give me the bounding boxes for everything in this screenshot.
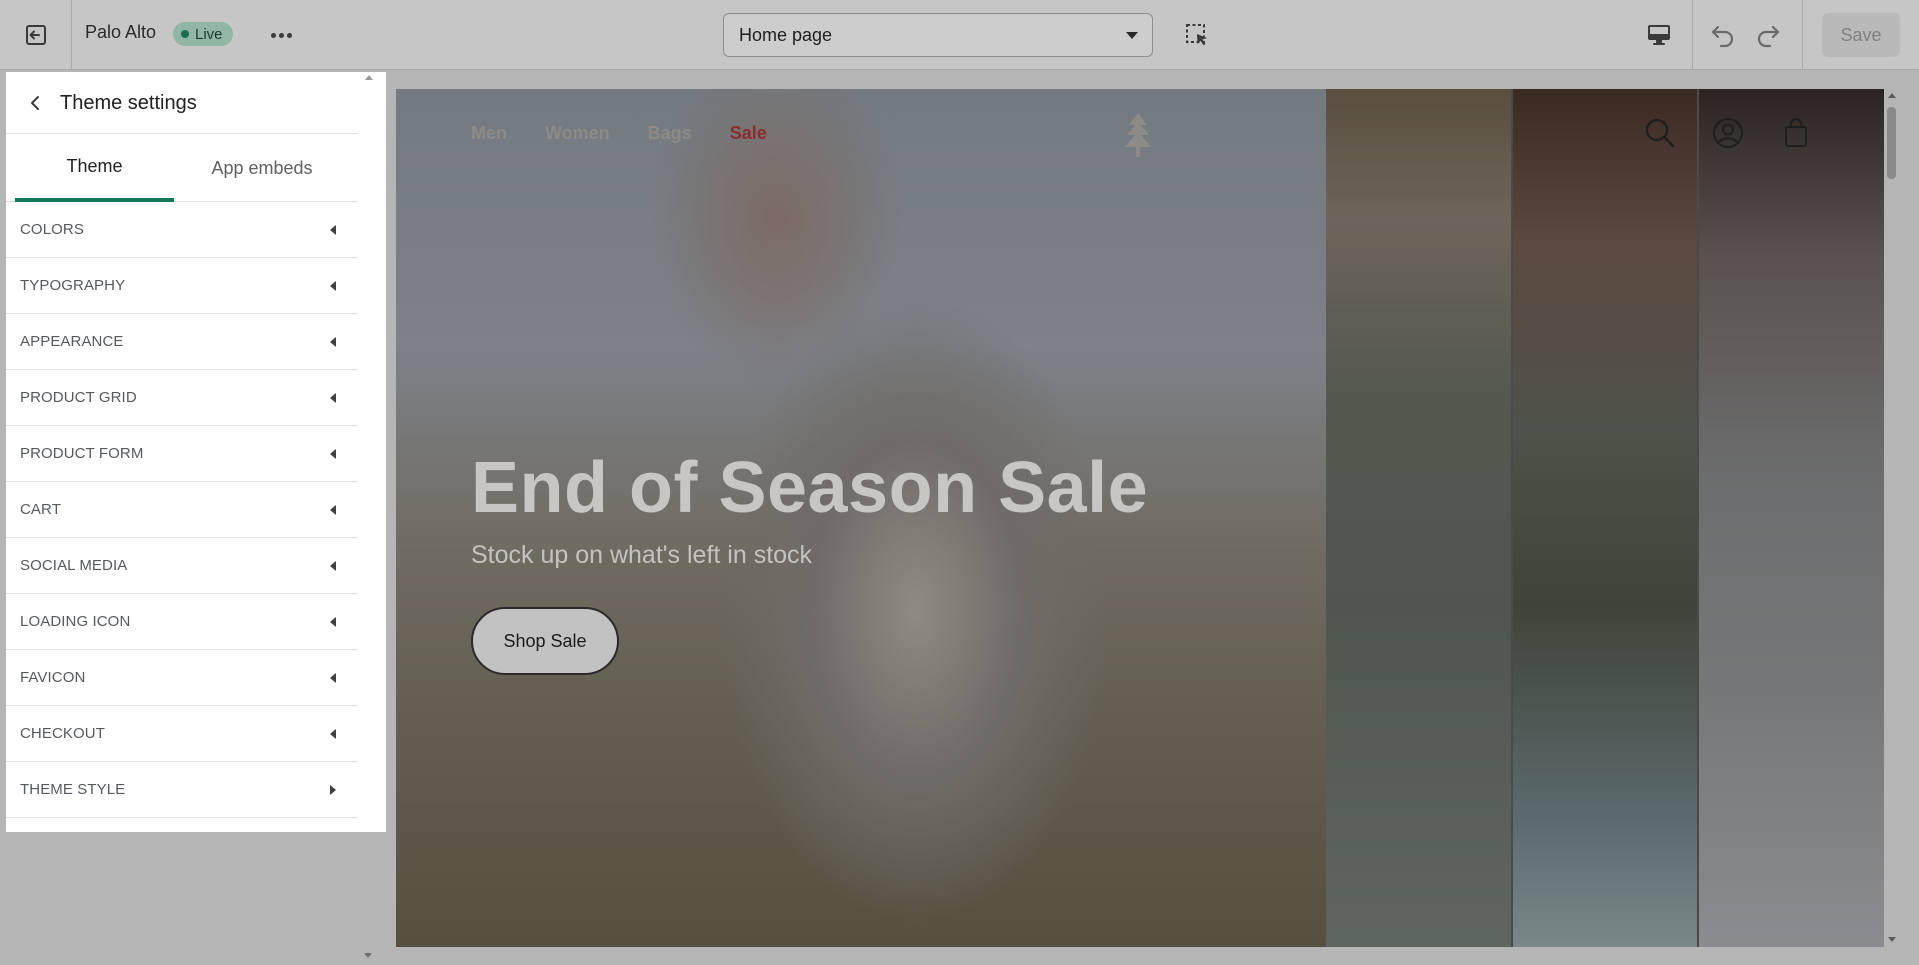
settings-item-label: COLORS [20, 221, 84, 238]
page-selector[interactable]: Home page [723, 13, 1153, 57]
settings-item-label: LOADING ICON [20, 613, 131, 630]
collapse-arrow-icon [330, 336, 336, 347]
back-button[interactable] [22, 89, 50, 117]
tile-divider [1697, 89, 1699, 947]
settings-item-favicon[interactable]: FAVICON [6, 650, 358, 706]
theme-settings-panel: Theme settings Theme App embeds COLORS T… [6, 72, 386, 832]
toolbar-divider [1692, 0, 1693, 70]
panel-scrollbar[interactable] [358, 72, 386, 832]
panel-title: Theme settings [60, 92, 197, 114]
page-selector-value: Home page [739, 24, 833, 45]
chevron-down-icon [1126, 31, 1138, 39]
settings-list: COLORS TYPOGRAPHY APPEARANCE PRODUCT GRI… [6, 202, 358, 818]
undo-icon [1711, 25, 1734, 48]
collapse-arrow-icon [330, 672, 336, 683]
store-preview[interactable]: Men Women Bags Sale End of Season Sale S… [396, 89, 1884, 947]
scroll-down-arrow-icon[interactable] [364, 953, 372, 958]
tab-app-embeds[interactable]: App embeds [174, 134, 350, 202]
tab-theme[interactable]: Theme [15, 134, 174, 202]
account-icon[interactable] [1712, 117, 1744, 149]
settings-item-product-form[interactable]: PRODUCT FORM [6, 426, 358, 482]
store-nav: Men Women Bags Sale [471, 123, 767, 144]
redo-icon [1757, 25, 1780, 48]
collapse-arrow-icon [330, 280, 336, 291]
settings-item-label: SOCIAL MEDIA [20, 557, 128, 574]
nav-link-women[interactable]: Women [545, 123, 610, 144]
shop-sale-button[interactable]: Shop Sale [471, 607, 619, 675]
tree-logo-icon[interactable] [1118, 111, 1158, 159]
settings-item-label: CHECKOUT [20, 725, 105, 742]
status-badge: Live [173, 22, 233, 46]
collapse-arrow-icon [330, 728, 336, 739]
arrow-left-icon [31, 96, 39, 110]
panel-tabs: Theme App embeds [6, 134, 358, 202]
panel-scrollbar-track[interactable] [358, 832, 378, 965]
more-horizontal-icon [270, 32, 276, 38]
settings-item-label: APPEARANCE [20, 333, 124, 350]
hero-image-tile [1326, 89, 1512, 947]
hero-image-tile [1512, 89, 1698, 947]
scroll-up-arrow-icon[interactable] [1888, 93, 1896, 98]
collapse-arrow-icon [330, 504, 336, 515]
settings-item-label: PRODUCT FORM [20, 445, 144, 462]
inspector-toggle-button[interactable] [1180, 18, 1214, 52]
nav-link-men[interactable]: Men [471, 123, 507, 144]
expand-arrow-icon [330, 784, 336, 795]
settings-item-cart[interactable]: CART [6, 482, 358, 538]
settings-item-social-media[interactable]: SOCIAL MEDIA [6, 538, 358, 594]
settings-item-label: TYPOGRAPHY [20, 277, 126, 294]
settings-item-appearance[interactable]: APPEARANCE [6, 314, 358, 370]
more-dot [278, 32, 284, 38]
settings-item-label: FAVICON [20, 669, 86, 686]
device-preview-button[interactable] [1642, 18, 1676, 52]
toolbar-divider [1802, 0, 1803, 70]
save-button[interactable]: Save [1822, 13, 1900, 57]
settings-item-checkout[interactable]: CHECKOUT [6, 706, 358, 762]
live-dot [181, 30, 189, 38]
editor-topbar: Palo Alto Live Home page Save [0, 0, 1919, 70]
collapse-arrow-icon [330, 560, 336, 571]
tile-divider [1511, 89, 1513, 947]
settings-item-label: CART [20, 501, 61, 518]
hero-title: End of Season Sale [471, 448, 1149, 528]
scrollbar-thumb[interactable] [1887, 107, 1896, 179]
scroll-down-arrow-icon[interactable] [1888, 937, 1896, 942]
nav-link-bags[interactable]: Bags [648, 123, 692, 144]
settings-item-typography[interactable]: TYPOGRAPHY [6, 258, 358, 314]
collapse-arrow-icon [330, 392, 336, 403]
more-dot [286, 32, 292, 38]
settings-item-label: PRODUCT GRID [20, 389, 137, 406]
redo-button[interactable] [1751, 18, 1785, 52]
collapse-arrow-icon [330, 448, 336, 459]
hero-image-tile [1698, 89, 1884, 947]
settings-item-product-grid[interactable]: PRODUCT GRID [6, 370, 358, 426]
settings-item-loading-icon[interactable]: LOADING ICON [6, 594, 358, 650]
store-name: Palo Alto [85, 22, 157, 42]
settings-item-label: THEME STYLE [20, 781, 126, 798]
exit-button[interactable] [0, 0, 72, 70]
panel-header: Theme settings [6, 72, 358, 134]
undo-button[interactable] [1706, 18, 1740, 52]
search-icon[interactable] [1644, 117, 1676, 149]
settings-item-colors[interactable]: COLORS [6, 202, 358, 258]
nav-link-sale[interactable]: Sale [730, 123, 767, 144]
more-actions-button[interactable] [265, 20, 297, 50]
desktop-icon [1648, 25, 1670, 45]
hero-subtitle: Stock up on what's left in stock [471, 541, 813, 569]
preview-scrollbar[interactable] [1884, 89, 1900, 947]
exit-icon [25, 25, 46, 45]
scroll-up-arrow-icon[interactable] [365, 75, 373, 80]
collapse-arrow-icon [330, 616, 336, 627]
settings-item-theme-style[interactable]: THEME STYLE [6, 762, 358, 818]
collapse-arrow-icon [330, 224, 336, 235]
shopping-bag-icon[interactable] [1780, 117, 1812, 149]
status-badge-label: Live [195, 25, 223, 43]
select-inspector-icon [1186, 24, 1207, 46]
